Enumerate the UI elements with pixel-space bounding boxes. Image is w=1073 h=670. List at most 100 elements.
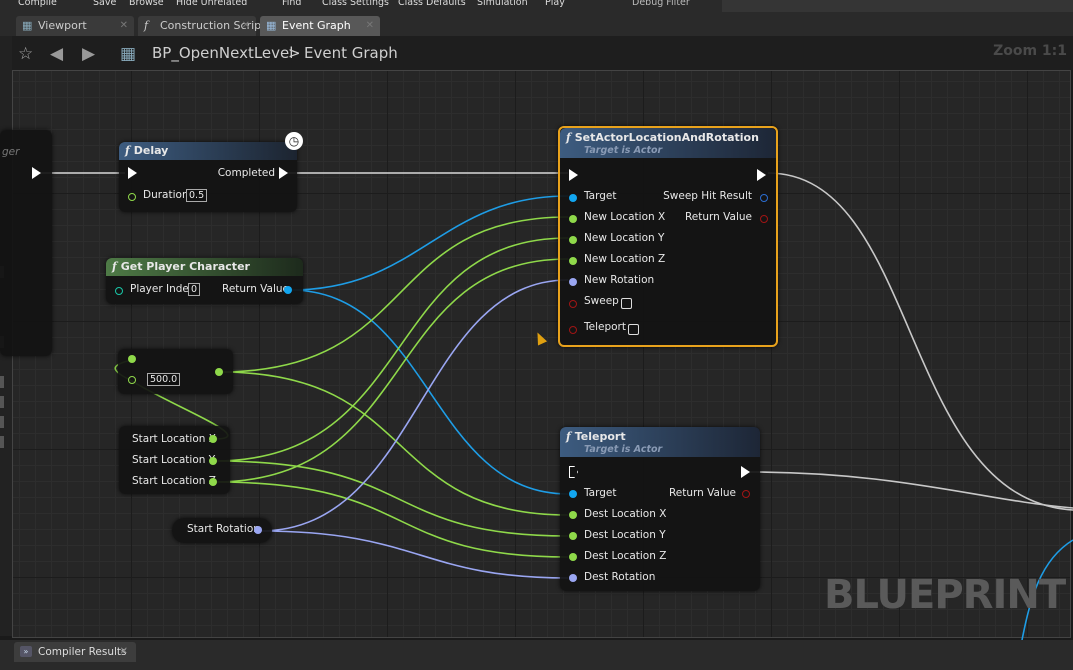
- partial-node-label: ger: [2, 146, 20, 158]
- add-value-input[interactable]: 500.0: [147, 373, 181, 386]
- compile-button[interactable]: Compile: [18, 0, 57, 8]
- teleport-header: f Teleport Target is Actor: [560, 427, 760, 457]
- start-location-x-label: Start Location X: [132, 433, 216, 445]
- set-actor-location-rotation-node[interactable]: f SetActorLocationAndRotation Target is A…: [558, 126, 778, 347]
- delay-header: f Delay: [119, 142, 297, 160]
- panel-handle[interactable]: [0, 396, 4, 408]
- start-rotation-pin[interactable]: [254, 526, 262, 534]
- function-icon: f: [112, 260, 117, 273]
- teleport-subtitle: Target is Actor: [584, 444, 663, 455]
- dest-location-y-pin[interactable]: [569, 532, 577, 540]
- duration-input[interactable]: 0.5: [186, 189, 208, 202]
- sweep-checkbox[interactable]: [621, 298, 632, 309]
- target-label: Target: [584, 487, 617, 499]
- player-index-pin[interactable]: [115, 287, 123, 295]
- add-input-b-pin[interactable]: [128, 376, 136, 384]
- start-location-x-pin[interactable]: [209, 435, 217, 443]
- breadcrumb-blueprint[interactable]: BP_OpenNextLevel: [152, 44, 293, 62]
- exec-in-pin[interactable]: [569, 466, 578, 478]
- add-float-node[interactable]: 500.0: [118, 349, 233, 394]
- exec-out-pin[interactable]: [32, 167, 41, 179]
- delay-title: Delay: [133, 144, 169, 157]
- break-vector-node[interactable]: Start Location X Start Location Y Start …: [119, 426, 230, 494]
- new-location-z-pin[interactable]: [569, 257, 577, 265]
- completed-exec-pin[interactable]: [279, 167, 288, 179]
- new-location-y-pin[interactable]: [569, 236, 577, 244]
- sweep-label: Sweep: [584, 295, 619, 307]
- close-icon[interactable]: ✕: [120, 16, 128, 36]
- document-tabs: ▦ Viewport ✕ f Construction Scrip ✕ ▦ Ev…: [0, 12, 1073, 36]
- hide-unrelated-button[interactable]: Hide Unrelated: [176, 0, 247, 8]
- start-rotation-label: Start Rotation: [187, 523, 260, 535]
- dest-rotation-pin[interactable]: [569, 574, 577, 582]
- exec-in-pin[interactable]: [569, 169, 578, 181]
- close-icon[interactable]: ✕: [120, 642, 128, 662]
- browse-button[interactable]: Browse: [129, 0, 164, 8]
- partial-event-node[interactable]: ger: [0, 130, 52, 356]
- start-location-z-pin[interactable]: [209, 478, 217, 486]
- dest-location-x-pin[interactable]: [569, 511, 577, 519]
- new-location-x-pin[interactable]: [569, 215, 577, 223]
- exec-in-pin[interactable]: [128, 167, 137, 179]
- new-rotation-label: New Rotation: [584, 274, 655, 286]
- start-location-y-pin[interactable]: [209, 457, 217, 465]
- tab-event-graph-label: Event Graph: [282, 19, 351, 32]
- graph-breadcrumb-bar: ☆ ◀ ▶ ▦ BP_OpenNextLevel > Event Graph Z…: [12, 36, 1073, 70]
- panel-handle[interactable]: [0, 416, 4, 428]
- start-location-y-label: Start Location Y: [132, 454, 216, 466]
- find-button[interactable]: Find: [282, 0, 301, 8]
- add-input-a-pin[interactable]: [128, 355, 136, 363]
- new-rotation-pin[interactable]: [569, 278, 577, 286]
- back-arrow-icon[interactable]: ◀: [50, 44, 63, 64]
- target-pin[interactable]: [569, 194, 577, 202]
- bottom-panel: » Compiler Results ✕: [0, 640, 1073, 670]
- tab-construction-script[interactable]: f Construction Scrip ✕: [138, 16, 261, 36]
- start-rotation-variable[interactable]: Start Rotation: [172, 518, 272, 543]
- teleport-pin[interactable]: [569, 326, 577, 334]
- breadcrumb-graph[interactable]: Event Graph: [304, 44, 398, 62]
- completed-pin-label: Completed: [217, 167, 275, 179]
- set-actor-header: f SetActorLocationAndRotation Target is A…: [560, 128, 776, 158]
- tab-event-graph[interactable]: ▦ Event Graph ✕: [260, 16, 380, 36]
- duration-label: Duration: [143, 189, 189, 201]
- return-value-label: Return Value: [684, 211, 752, 223]
- tab-compiler-results[interactable]: » Compiler Results ✕: [14, 642, 136, 662]
- exec-out-pin[interactable]: [757, 169, 766, 181]
- add-output-pin[interactable]: [215, 368, 223, 376]
- get-player-title: Get Player Character: [120, 260, 250, 273]
- tab-viewport[interactable]: ▦ Viewport ✕: [16, 16, 134, 36]
- close-icon[interactable]: ✕: [242, 16, 250, 36]
- return-value-pin[interactable]: [284, 286, 292, 294]
- debug-filter-area[interactable]: Debug Filter: [632, 0, 1073, 12]
- teleport-label: Teleport: [584, 321, 626, 333]
- breadcrumb-separator: >: [288, 44, 301, 62]
- get-player-character-node[interactable]: f Get Player Character Player Index 0 Ret…: [106, 258, 303, 304]
- play-button[interactable]: Play: [545, 0, 565, 8]
- teleport-node[interactable]: f Teleport Target is Actor Target Return …: [560, 427, 760, 591]
- forward-arrow-icon[interactable]: ▶: [82, 44, 95, 64]
- simulation-button[interactable]: Simulation: [477, 0, 528, 8]
- sweep-hit-result-pin[interactable]: [760, 194, 768, 202]
- class-settings-button[interactable]: Class Settings: [322, 0, 389, 8]
- star-icon[interactable]: ☆: [18, 44, 33, 64]
- target-pin[interactable]: [569, 490, 577, 498]
- return-value-pin[interactable]: [742, 490, 750, 498]
- sweep-pin[interactable]: [569, 300, 577, 308]
- function-icon: f: [566, 131, 571, 144]
- panel-handle[interactable]: [0, 376, 4, 388]
- duration-pin[interactable]: [128, 193, 136, 201]
- dest-location-x-label: Dest Location X: [584, 508, 667, 520]
- get-player-header: f Get Player Character: [106, 258, 303, 276]
- class-defaults-button[interactable]: Class Defaults: [398, 0, 466, 8]
- return-value-pin[interactable]: [760, 215, 768, 223]
- teleport-checkbox[interactable]: [628, 324, 639, 335]
- panel-handle[interactable]: [0, 436, 4, 448]
- player-index-input[interactable]: 0: [188, 283, 201, 296]
- set-actor-subtitle: Target is Actor: [584, 145, 663, 156]
- dest-location-z-pin[interactable]: [569, 553, 577, 561]
- save-button[interactable]: Save: [93, 0, 116, 8]
- set-actor-title: SetActorLocationAndRotation: [574, 131, 759, 144]
- exec-out-pin[interactable]: [741, 466, 750, 478]
- close-icon[interactable]: ✕: [366, 16, 374, 36]
- delay-node[interactable]: f Delay ◷ Completed Duration 0.5: [119, 132, 303, 212]
